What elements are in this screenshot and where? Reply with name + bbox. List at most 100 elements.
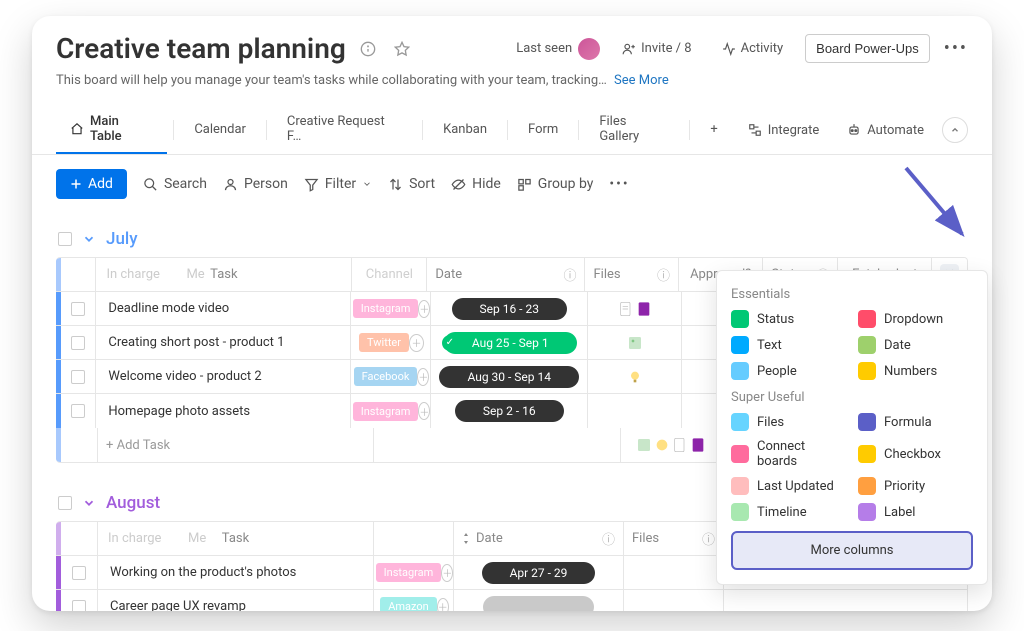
row-checkbox[interactable]	[72, 600, 86, 612]
group-name[interactable]: July	[106, 229, 138, 249]
task-name[interactable]: Career page UX revamp	[106, 599, 246, 611]
row-checkbox[interactable]	[72, 566, 86, 580]
date-pill[interactable]: Sep 2 - 16	[455, 400, 564, 422]
date-pill[interactable]: Aug 30 - Sep 14	[439, 366, 579, 388]
tab-add[interactable]: +	[696, 114, 731, 147]
tab-kanban[interactable]: Kanban	[429, 114, 501, 147]
file-icons[interactable]	[618, 300, 652, 318]
board-header: Creative team planning Last seen Invite …	[32, 16, 992, 88]
last-seen[interactable]: Last seen	[516, 38, 600, 60]
group-checkbox[interactable]	[58, 232, 72, 246]
task-name[interactable]: Deadline mode video	[104, 301, 229, 316]
filter-button[interactable]: Filter	[304, 176, 372, 192]
channel-pill[interactable]: Instagram	[376, 563, 442, 582]
file-icons[interactable]	[627, 368, 643, 386]
channel-pill[interactable]: Instagram	[353, 402, 419, 421]
task-name[interactable]: Working on the product's photos	[106, 565, 296, 580]
panel-section-title: Essentials	[731, 287, 973, 302]
date-pill[interactable]: Apr 27 - 29	[482, 562, 596, 584]
channel-pill[interactable]: Twitter	[359, 333, 409, 352]
date-pill[interactable]: Sep 16 - 23	[452, 298, 567, 320]
activity-button[interactable]: Activity	[714, 37, 792, 60]
column-type-option[interactable]: Checkbox	[858, 439, 973, 469]
column-type-option[interactable]: Date	[858, 336, 973, 354]
column-type-option[interactable]: Timeline	[731, 503, 846, 521]
integrate-button[interactable]: Integrate	[738, 117, 830, 144]
search-button[interactable]: Search	[143, 176, 207, 192]
channel-pill[interactable]: Amazon	[380, 597, 437, 611]
group-checkbox[interactable]	[58, 496, 72, 510]
hide-button[interactable]: Hide	[451, 176, 501, 192]
column-type-option[interactable]: Text	[731, 336, 846, 354]
more-menu-icon[interactable]: •••	[944, 38, 968, 59]
comment-icon[interactable]: ＋	[437, 598, 449, 612]
col-channel[interactable]	[373, 522, 453, 555]
task-name[interactable]: Welcome video - product 2	[104, 369, 261, 384]
comment-icon[interactable]: ＋	[418, 402, 430, 420]
info-icon[interactable]: ⓘ	[702, 529, 715, 548]
col-files[interactable]: Filesⓘ	[584, 258, 678, 291]
column-type-option[interactable]: Status	[731, 310, 846, 328]
see-more-link[interactable]: See More	[614, 73, 669, 88]
add-button[interactable]: Add	[56, 169, 127, 199]
col-task[interactable]: In charge Me Task	[97, 522, 373, 555]
col-channel[interactable]: Channel	[351, 258, 426, 291]
comment-icon[interactable]: ＋	[417, 368, 429, 386]
channel-pill[interactable]: Instagram	[353, 299, 419, 318]
board-subtitle: This board will help you manage your tea…	[56, 73, 607, 88]
col-files[interactable]: Filesⓘ	[623, 522, 723, 555]
file-icons[interactable]	[627, 334, 643, 352]
power-ups-button[interactable]: Board Power-Ups	[805, 34, 930, 63]
group-by-button[interactable]: Group by	[517, 176, 594, 192]
chevron-down-icon[interactable]	[82, 496, 96, 510]
more-columns-button[interactable]: More columns	[731, 531, 973, 570]
tab-form[interactable]: Form	[514, 114, 572, 147]
info-icon[interactable]: ⓘ	[657, 265, 670, 284]
info-icon[interactable]: ⓘ	[563, 265, 576, 284]
info-icon[interactable]: ⓘ	[602, 529, 615, 548]
annotation-arrow	[900, 162, 980, 252]
column-type-option[interactable]: Formula	[858, 413, 973, 431]
row-checkbox[interactable]	[71, 404, 85, 418]
col-date[interactable]: Dateⓘ	[426, 258, 584, 291]
comment-icon[interactable]: ＋	[418, 300, 430, 318]
date-pill[interactable]: .	[483, 596, 594, 612]
column-type-option[interactable]: Last Updated	[731, 477, 846, 495]
comment-icon[interactable]: ＋	[409, 334, 424, 352]
comment-icon[interactable]: ＋	[441, 564, 453, 582]
task-name[interactable]: Creating short post - product 1	[104, 335, 284, 350]
channel-pill[interactable]: Facebook	[354, 367, 418, 386]
col-date[interactable]: Dateⓘ	[453, 522, 623, 555]
column-type-option[interactable]: Dropdown	[858, 310, 973, 328]
automate-button[interactable]: Automate	[837, 117, 934, 144]
column-type-option[interactable]: Priority	[858, 477, 973, 495]
info-icon[interactable]	[356, 37, 380, 61]
row-checkbox[interactable]	[71, 302, 85, 316]
group-name[interactable]: August	[106, 493, 160, 513]
row-checkbox[interactable]	[71, 370, 85, 384]
sort-button[interactable]: Sort	[388, 176, 435, 192]
tab-creative-request[interactable]: Creative Request F…	[273, 106, 416, 154]
column-type-option[interactable]: Numbers	[858, 362, 973, 380]
person-filter-button[interactable]: Person	[223, 176, 288, 192]
tab-calendar[interactable]: Calendar	[180, 114, 260, 147]
tab-main-table[interactable]: Main Table	[56, 106, 167, 154]
star-icon[interactable]	[390, 37, 414, 61]
column-type-option[interactable]: Files	[731, 413, 846, 431]
col-task[interactable]: In charge Me Task	[95, 258, 351, 291]
tab-files-gallery[interactable]: Files Gallery	[585, 106, 683, 154]
toolbar-more-icon[interactable]: •••	[609, 176, 629, 192]
date-pill[interactable]: Aug 25 - Sep 1	[444, 332, 577, 354]
avatar	[578, 38, 600, 60]
row-checkbox[interactable]	[71, 336, 85, 350]
table-row[interactable]: Career page UX revamp Amazon＋.	[56, 590, 967, 611]
column-picker-panel: Essentials Status Dropdown Text Date People N…	[716, 270, 988, 585]
column-type-option[interactable]: Label	[858, 503, 973, 521]
file-summary	[636, 436, 706, 454]
column-type-option[interactable]: Connect boards	[731, 439, 846, 469]
collapse-header-button[interactable]	[942, 117, 968, 143]
invite-button[interactable]: Invite / 8	[614, 37, 699, 60]
chevron-down-icon[interactable]	[82, 232, 96, 246]
task-name[interactable]: Homepage photo assets	[104, 404, 250, 419]
column-type-option[interactable]: People	[731, 362, 846, 380]
